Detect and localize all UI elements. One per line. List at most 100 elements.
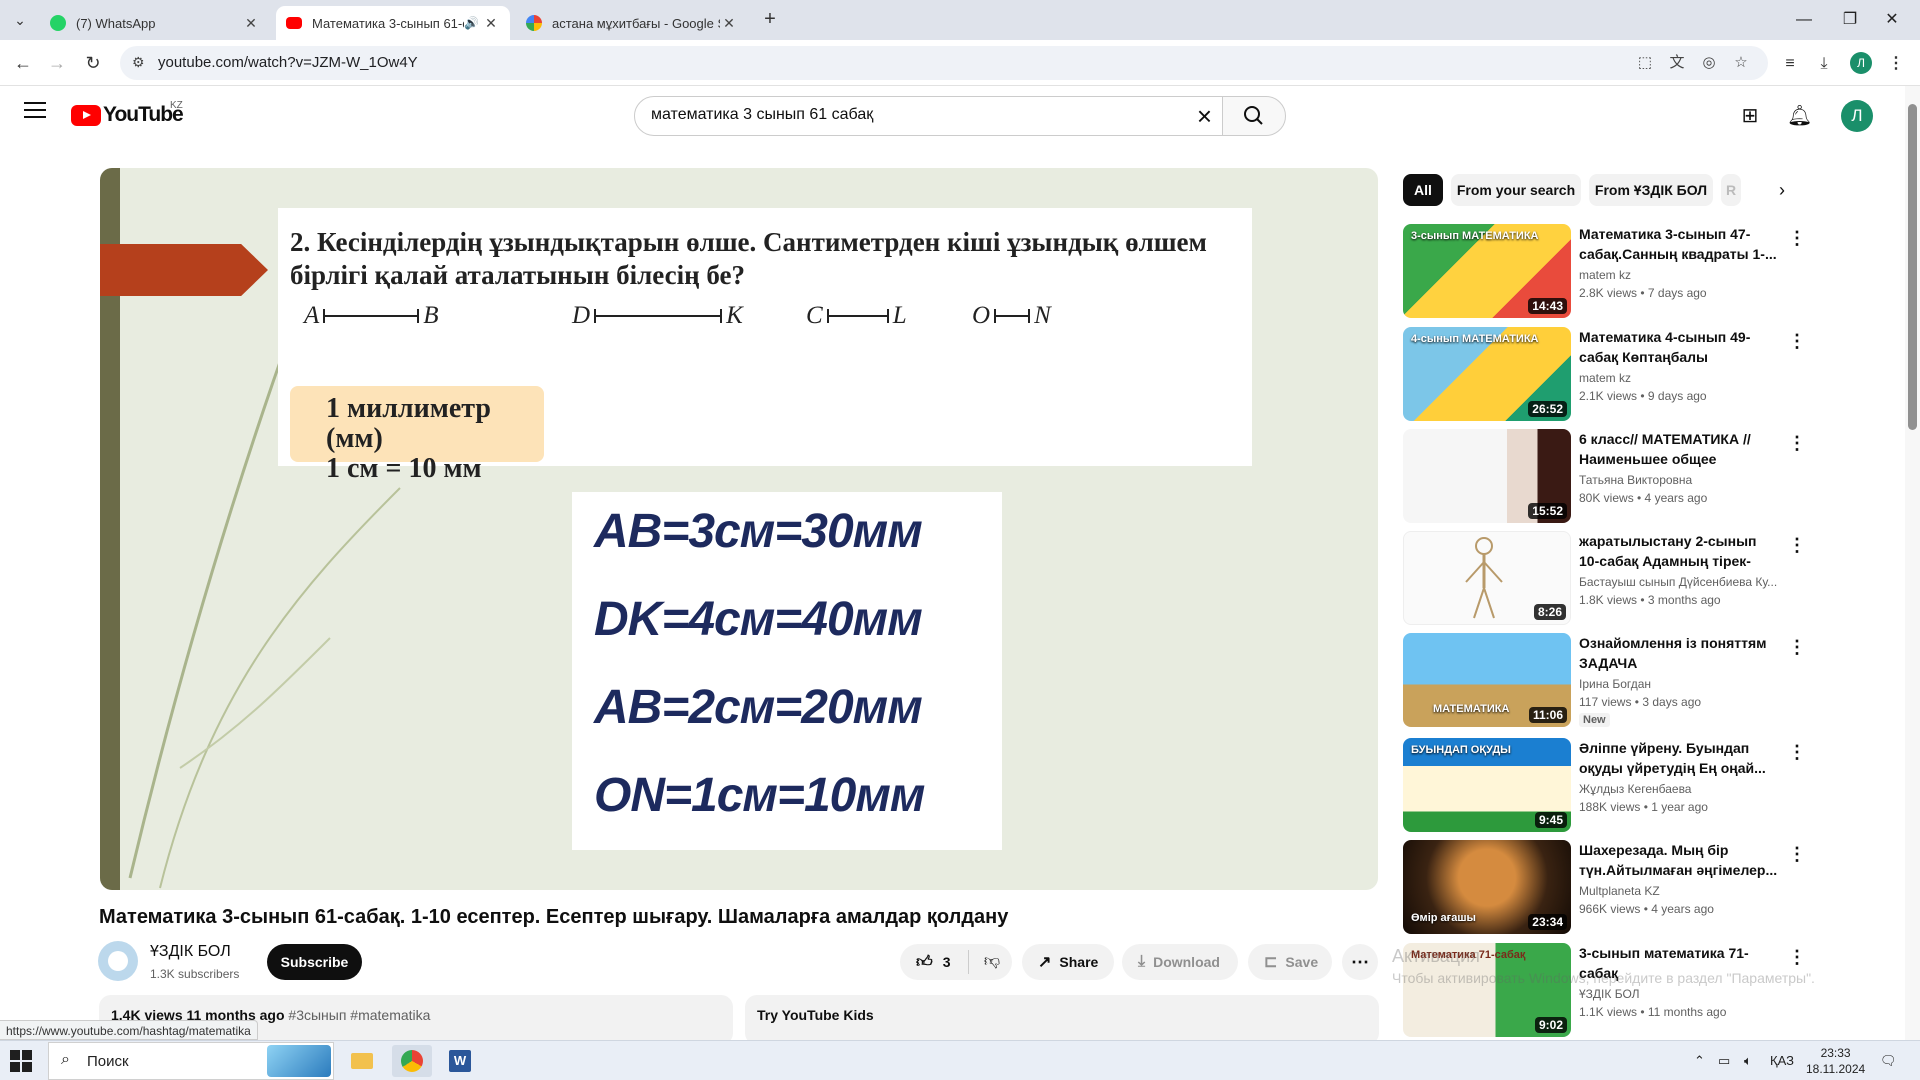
- chip-from-channel[interactable]: From ҰЗДІК БОЛ: [1589, 174, 1713, 206]
- video-thumbnail[interactable]: 8:26: [1403, 531, 1571, 625]
- back-button[interactable]: ←: [10, 50, 36, 76]
- kebab-menu-icon[interactable]: ⋮: [1785, 228, 1809, 252]
- search-box[interactable]: ×: [634, 96, 1223, 136]
- video-thumbnail[interactable]: 4-сынып МАТЕМАТИКА 26:52: [1403, 327, 1571, 421]
- windows-start-icon[interactable]: [10, 1050, 32, 1072]
- create-video-icon[interactable]: ⊞: [1738, 104, 1762, 128]
- kebab-menu-icon[interactable]: ⋮: [1785, 844, 1809, 868]
- chrome-taskbar-icon[interactable]: [392, 1045, 432, 1077]
- tray-overflow-icon[interactable]: ⌃: [1694, 1053, 1705, 1069]
- bookmark-star-icon[interactable]: ☆: [1730, 52, 1752, 74]
- share-button[interactable]: ↗ Share: [1022, 944, 1114, 980]
- page-scrollbar[interactable]: [1905, 86, 1920, 1040]
- recommendation-title[interactable]: Математика 4-сынып 49-сабақ Көптаңбалы с…: [1579, 327, 1779, 367]
- close-icon[interactable]: ✕: [242, 15, 260, 32]
- video-thumbnail[interactable]: Өмір ағашы 23:34: [1403, 840, 1571, 934]
- new-tab-button[interactable]: +: [758, 8, 782, 32]
- video-player[interactable]: 2. Кесінділердің ұзындықтарын өлше. Сант…: [100, 168, 1378, 890]
- omnibox[interactable]: ⚙ youtube.com/watch?v=JZM-W_1Ow4Y ⬚ 文 ◎ …: [120, 46, 1768, 80]
- download-button[interactable]: ⤓ Download: [1122, 944, 1238, 980]
- network-icon[interactable]: ▭: [1718, 1053, 1730, 1069]
- input-language[interactable]: ҚАЗ: [1770, 1053, 1794, 1068]
- taskbar-clock[interactable]: 23:33 18.11.2024: [1806, 1045, 1865, 1077]
- kebab-menu-icon[interactable]: ⋮: [1785, 742, 1809, 766]
- youtube-logo[interactable]: YouTube: [71, 103, 184, 127]
- tracking-protection-icon[interactable]: ◎: [1698, 52, 1720, 74]
- chevron-right-icon[interactable]: ›: [1770, 178, 1794, 202]
- forward-button[interactable]: →: [44, 50, 70, 76]
- scrollbar-thumb[interactable]: [1908, 104, 1917, 430]
- tab-whatsapp[interactable]: (7) WhatsApp ✕: [40, 6, 270, 40]
- chip-from-search[interactable]: From your search: [1451, 174, 1581, 206]
- install-app-icon[interactable]: ⬚: [1634, 52, 1656, 74]
- video-thumbnail[interactable]: МАТЕМАТИКА 11:06: [1403, 633, 1571, 727]
- recommendation-channel[interactable]: Бастауыш сынып Дүйсенбиева Ку...: [1579, 575, 1789, 589]
- recommendation-title[interactable]: жаратылыстану 2-сынып 10-сабақ Адамның т…: [1579, 531, 1779, 571]
- taskbar-search[interactable]: ⌕ Поиск: [48, 1042, 334, 1080]
- recommendation-item[interactable]: БУЫНДАП ОҚУДЫ 9:45 Әліппе үйрену. Буында…: [1403, 738, 1883, 834]
- recommendation-channel[interactable]: matem kz: [1579, 371, 1789, 385]
- tab-search-button[interactable]: ⌄: [8, 8, 32, 32]
- clear-search-icon[interactable]: ×: [1197, 103, 1212, 129]
- recommendation-item[interactable]: 15:52 6 класс// МАТЕМАТИКА // Наименьшее…: [1403, 429, 1883, 525]
- recommendation-channel[interactable]: Multplaneta KZ: [1579, 884, 1789, 898]
- channel-name[interactable]: ҰЗДІК БОЛ: [150, 943, 231, 961]
- recommendation-channel[interactable]: ҰЗДІК БОЛ: [1579, 987, 1789, 1001]
- recommendation-title[interactable]: Математика 3-сынып 47-сабақ.Санның квадр…: [1579, 224, 1779, 264]
- media-controls-icon[interactable]: ≡: [1778, 52, 1802, 76]
- close-window-button[interactable]: ✕: [1864, 0, 1920, 40]
- recommendation-item[interactable]: Өмір ағашы 23:34 Шахерезада. Мың бір түн…: [1403, 840, 1883, 936]
- recommendation-channel[interactable]: matem kz: [1579, 268, 1789, 282]
- video-thumbnail[interactable]: 3-сынып МАТЕМАТИКА 14:43: [1403, 224, 1571, 318]
- speaker-icon[interactable]: 🔊: [464, 16, 482, 30]
- recommendation-title[interactable]: Шахерезада. Мың бір түн.Айтылмаған әңгім…: [1579, 840, 1779, 880]
- search-button[interactable]: [1222, 96, 1286, 136]
- chip-partial[interactable]: R: [1721, 174, 1741, 206]
- youtube-kids-banner[interactable]: Try YouTube Kids: [745, 995, 1379, 1045]
- tab-youtube-video[interactable]: Математика 3-сынып 61-с 🔊 ✕: [276, 6, 510, 40]
- close-icon[interactable]: ✕: [720, 15, 738, 32]
- tab-google-search[interactable]: астана мұхитбағы - Google Sea ✕: [516, 6, 748, 40]
- recommendation-item[interactable]: 4-сынып МАТЕМАТИКА 26:52 Математика 4-сы…: [1403, 327, 1883, 423]
- kebab-menu-icon[interactable]: ⋮: [1785, 433, 1809, 457]
- browser-profile-avatar[interactable]: Л: [1850, 52, 1872, 74]
- kebab-menu-icon[interactable]: ⋮: [1785, 637, 1809, 661]
- volume-icon[interactable]: 🔈︎: [1744, 1053, 1752, 1069]
- notification-center-icon[interactable]: 🗨︎: [1880, 1053, 1897, 1069]
- recommendation-title[interactable]: 6 класс// МАТЕМАТИКА // Наименьшее общее…: [1579, 429, 1779, 469]
- video-thumbnail[interactable]: БУЫНДАП ОҚУДЫ 9:45: [1403, 738, 1571, 832]
- search-input[interactable]: [651, 106, 1151, 124]
- kebab-menu-icon[interactable]: ⋮: [1785, 331, 1809, 355]
- recommendation-item[interactable]: МАТЕМАТИКА 11:06 Ознайомлення із поняття…: [1403, 633, 1883, 729]
- downloads-icon[interactable]: ⤓: [1812, 52, 1836, 76]
- channel-avatar[interactable]: [98, 941, 138, 981]
- chip-all[interactable]: All: [1403, 174, 1443, 206]
- kebab-menu-icon[interactable]: ⋮: [1785, 947, 1809, 971]
- recommendation-channel[interactable]: Жұлдыз Кегенбаева: [1579, 782, 1789, 796]
- like-button[interactable]: 👍︎ 3: [900, 944, 968, 980]
- hashtags[interactable]: #3сынып #matematika: [288, 1007, 430, 1023]
- recommendation-channel[interactable]: Татьяна Викторовна: [1579, 473, 1789, 487]
- reload-button[interactable]: ↻: [80, 50, 106, 76]
- recommendation-item[interactable]: 3-сынып МАТЕМАТИКА 14:43 Математика 3-сы…: [1403, 224, 1883, 320]
- video-thumbnail[interactable]: 15:52: [1403, 429, 1571, 523]
- more-actions-button[interactable]: ⋯: [1342, 944, 1378, 980]
- browser-menu-icon[interactable]: ⋮: [1884, 52, 1908, 76]
- account-avatar[interactable]: Л: [1841, 100, 1873, 132]
- dislike-button[interactable]: 👎︎: [974, 944, 1010, 980]
- url-text[interactable]: youtube.com/watch?v=JZM-W_1Ow4Y: [158, 54, 418, 71]
- recommendation-title[interactable]: Ознайомлення із поняттям ЗАДАЧА: [1579, 633, 1779, 673]
- close-icon[interactable]: ✕: [482, 15, 500, 32]
- translate-icon[interactable]: 文: [1666, 52, 1688, 74]
- notifications-bell-icon[interactable]: 🔔︎: [1787, 104, 1812, 128]
- menu-icon[interactable]: [24, 102, 46, 120]
- recommendation-title[interactable]: Әліппе үйрену. Буындап оқуды үйретудің Е…: [1579, 738, 1779, 778]
- kebab-menu-icon[interactable]: ⋮: [1785, 535, 1809, 559]
- word-taskbar-icon[interactable]: W: [440, 1045, 480, 1077]
- subscribe-button[interactable]: Subscribe: [267, 944, 362, 980]
- site-info-icon[interactable]: ⚙: [132, 54, 145, 71]
- save-button[interactable]: ⊏ Save: [1248, 944, 1332, 980]
- recommendation-channel[interactable]: Ірина Богдан: [1579, 677, 1789, 691]
- recommendation-item[interactable]: 8:26 жаратылыстану 2-сынып 10-сабақ Адам…: [1403, 531, 1883, 627]
- file-explorer-icon[interactable]: [342, 1045, 382, 1077]
